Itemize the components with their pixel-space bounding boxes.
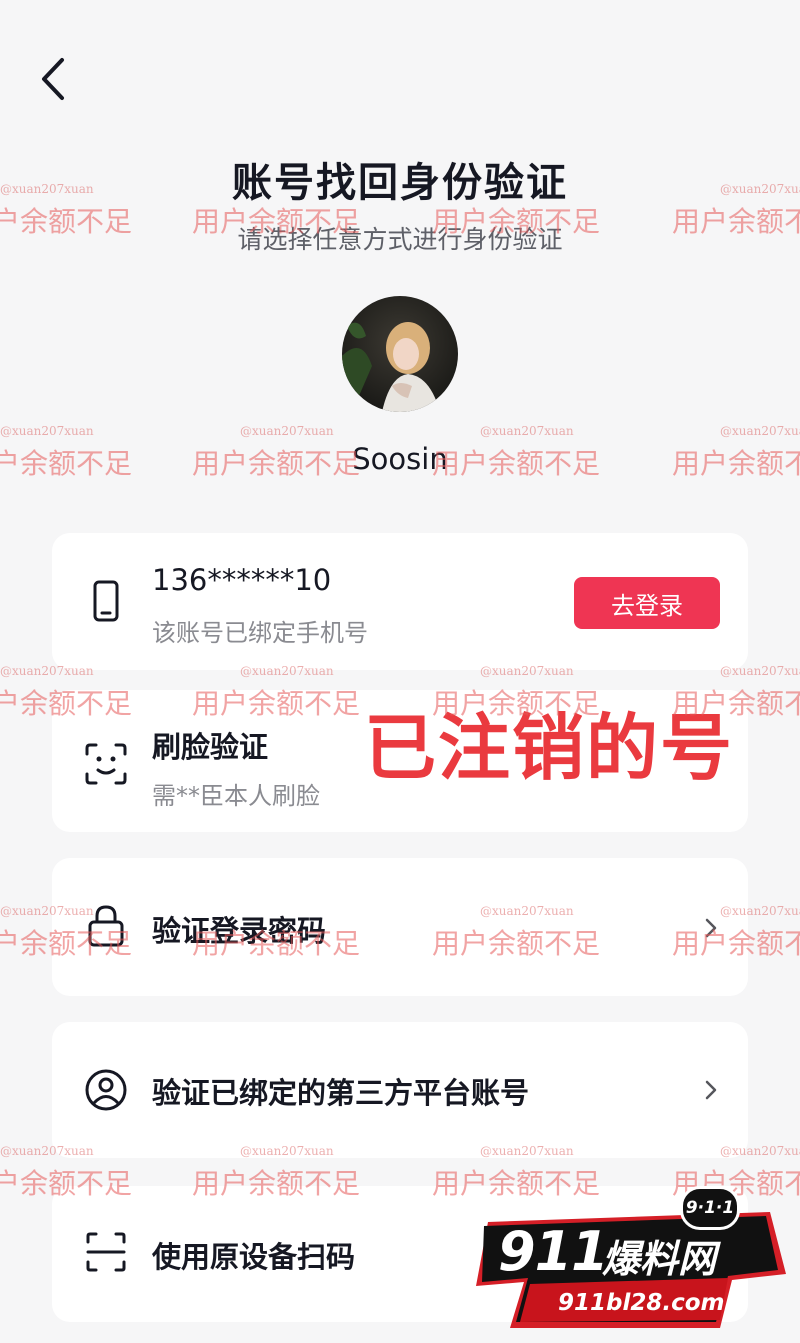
- face-scan-icon: [85, 743, 127, 785]
- logo-url: 911bl28.com: [558, 1290, 725, 1316]
- watermark-handle: @xuan207xuan: [0, 1144, 94, 1158]
- watermark-row: @xuan207xuan 用户余额不足 用户余额不足 @xuan207xuan …: [0, 182, 800, 242]
- watermark-handle: @xuan207xuan: [720, 664, 800, 678]
- watermark-handle: @xuan207xuan: [0, 182, 94, 196]
- logo-name: 爆料网: [602, 1237, 717, 1281]
- logo-number: 911: [498, 1220, 609, 1283]
- watermark-handle: @xuan207xuan: [0, 904, 94, 918]
- watermark-text: 用户余额不足: [192, 447, 361, 480]
- watermark-row: @xuan207xuan @xuan207xuan @xuan207xuan 用…: [0, 904, 800, 964]
- scan-icon: [86, 1232, 126, 1272]
- watermark-text: 用户余额不足: [672, 927, 800, 960]
- go-login-button[interactable]: 去登录: [574, 577, 720, 629]
- watermark-handle: @xuan207xuan: [480, 1144, 574, 1158]
- logo-badge: 9·1·1: [680, 1186, 740, 1230]
- watermark-text: 用户余额不足: [0, 687, 133, 720]
- user-circle-icon: [85, 1069, 127, 1111]
- watermark-handle: @xuan207xuan: [240, 1144, 334, 1158]
- watermark-text: 用户余额不足: [192, 687, 361, 720]
- watermark-text: 用户余额不足: [432, 205, 601, 238]
- watermark-text: 用户余额不足: [432, 687, 601, 720]
- watermark-text: 用户余额不足: [432, 927, 601, 960]
- watermark-handle: @xuan207xuan: [720, 182, 800, 196]
- watermark-handle: @xuan207xuan: [720, 904, 800, 918]
- face-verify-title: 刷脸验证: [152, 730, 269, 764]
- back-arrow-icon: [42, 58, 64, 100]
- third-party-verify-card[interactable]: 验证已绑定的第三方平台账号: [52, 1022, 748, 1158]
- watermark-handle: @xuan207xuan: [240, 424, 334, 438]
- phone-description: 该账号已绑定手机号: [152, 619, 368, 647]
- watermark-handle: @xuan207xuan: [720, 424, 800, 438]
- site-logo: 9·1·1 911 爆料网 911bl28.com: [470, 1182, 792, 1332]
- scan-verify-title: 使用原设备扫码: [152, 1240, 356, 1274]
- watermark-text: 用户余额不足: [192, 205, 361, 238]
- phone-option-card: 136******10 该账号已绑定手机号 去登录: [52, 533, 748, 670]
- watermark-text: 用户余额不足: [0, 1167, 133, 1200]
- face-verify-description: 需**臣本人刷脸: [152, 782, 320, 810]
- watermark-text: 用户余额不足: [672, 447, 800, 480]
- phone-icon: [93, 580, 119, 622]
- watermark-handle: @xuan207xuan: [0, 424, 94, 438]
- watermark-row: @xuan207xuan @xuan207xuan @xuan207xuan @…: [0, 664, 800, 724]
- watermark-text: 用户余额不足: [432, 447, 601, 480]
- watermark-text: 用户余额不足: [192, 927, 361, 960]
- watermark-text: 用户余额不足: [0, 205, 133, 238]
- watermark-handle: @xuan207xuan: [720, 1144, 800, 1158]
- watermark-handle: @xuan207xuan: [240, 664, 334, 678]
- watermark-text: 用户余额不足: [192, 1167, 361, 1200]
- phone-number: 136******10: [152, 563, 332, 597]
- watermark-handle: @xuan207xuan: [480, 904, 574, 918]
- watermark-text: 用户余额不足: [672, 687, 800, 720]
- watermark-text: 用户余额不足: [672, 205, 800, 238]
- third-party-verify-title: 验证已绑定的第三方平台账号: [152, 1076, 530, 1110]
- chevron-right-icon: [705, 1080, 717, 1100]
- watermark-handle: @xuan207xuan: [0, 664, 94, 678]
- watermark-row: @xuan207xuan @xuan207xuan @xuan207xuan @…: [0, 424, 800, 484]
- avatar: [342, 296, 458, 412]
- back-button[interactable]: [36, 56, 72, 102]
- watermark-handle: @xuan207xuan: [480, 664, 574, 678]
- watermark-text: 用户余额不足: [0, 927, 133, 960]
- watermark-handle: @xuan207xuan: [480, 424, 574, 438]
- watermark-text: 用户余额不足: [0, 447, 133, 480]
